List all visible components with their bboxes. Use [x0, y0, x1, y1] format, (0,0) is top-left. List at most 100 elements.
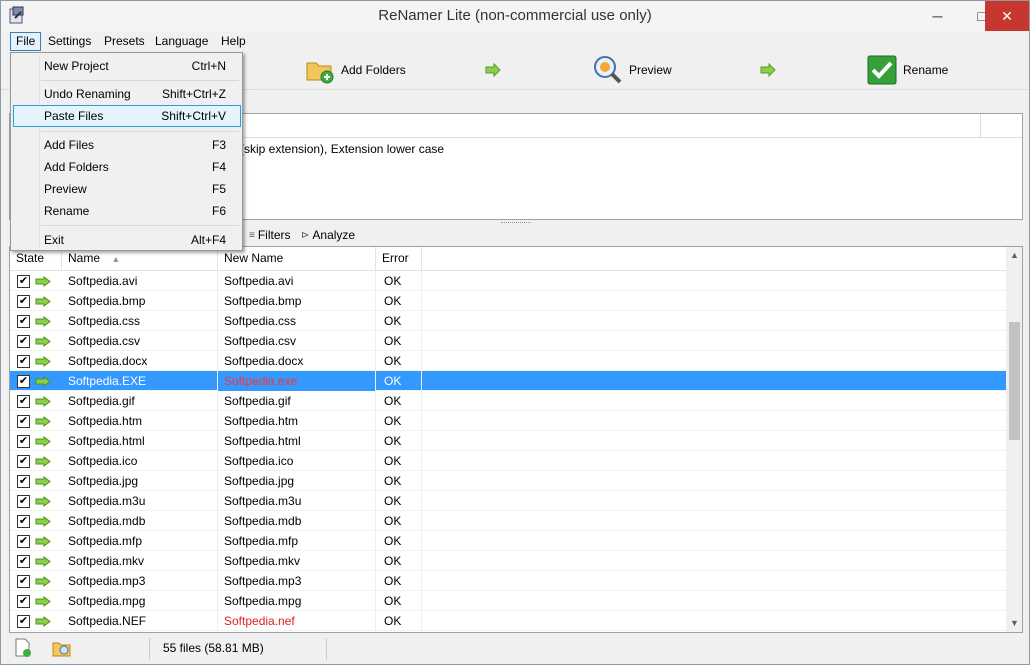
column-name-label: Name	[68, 251, 101, 265]
new-name-cell: Softpedia.css	[218, 311, 376, 331]
row-checkbox[interactable]: ✔	[17, 475, 30, 488]
row-checkbox[interactable]: ✔	[17, 455, 30, 468]
green-arrow-icon	[35, 336, 51, 347]
row-checkbox[interactable]: ✔	[17, 375, 30, 388]
new-name-cell: Softpedia.csv	[218, 331, 376, 351]
row-checkbox[interactable]: ✔	[17, 495, 30, 508]
row-checkbox[interactable]: ✔	[17, 335, 30, 348]
menu-item-undo-renaming[interactable]: Undo Renaming Shift+Ctrl+Z	[13, 83, 241, 105]
table-row[interactable]: ✔ Softpedia.ico Softpedia.ico OK	[10, 451, 1006, 471]
scroll-down-icon[interactable]: ▼	[1006, 615, 1022, 632]
table-row[interactable]: ✔ Softpedia.mkv Softpedia.mkv OK	[10, 551, 1006, 571]
rename-button[interactable]: Rename	[867, 52, 948, 88]
panel-splitter[interactable]	[501, 222, 531, 225]
table-row[interactable]: ✔ Softpedia.html Softpedia.html OK	[10, 431, 1006, 451]
menu-item-rename[interactable]: Rename F6	[13, 200, 241, 222]
menu-item-add-files[interactable]: Add Files F3	[13, 134, 241, 156]
table-row[interactable]: ✔ Softpedia.bmp Softpedia.bmp OK	[10, 291, 1006, 311]
table-row[interactable]: ✔ Softpedia.jpg Softpedia.jpg OK	[10, 471, 1006, 491]
app-window: ReNamer Lite (non-commercial use only) ─…	[0, 0, 1030, 665]
green-arrow-icon	[35, 476, 51, 487]
menu-item-shortcut: F3	[211, 138, 226, 152]
error-cell: OK	[376, 331, 422, 351]
table-row[interactable]: ✔ Softpedia.mfp Softpedia.mfp OK	[10, 531, 1006, 551]
vertical-scrollbar[interactable]: ▲ ▼	[1006, 247, 1022, 632]
menu-separator	[41, 80, 239, 81]
green-arrow-icon	[35, 576, 51, 587]
row-checkbox[interactable]: ✔	[17, 415, 30, 428]
files-grid[interactable]: State Name ▲ New Name Error ✔ Softpedia.a…	[9, 246, 1023, 633]
row-checkbox[interactable]: ✔	[17, 435, 30, 448]
row-checkbox[interactable]: ✔	[17, 615, 30, 628]
menu-item-preview[interactable]: Preview F5	[13, 178, 241, 200]
scroll-up-icon[interactable]: ▲	[1006, 247, 1022, 264]
scrollbar-thumb[interactable]	[1009, 322, 1020, 440]
file-menu-dropdown: New Project Ctrl+N Undo Renaming Shift+C…	[10, 52, 243, 251]
new-name-cell: Softpedia.docx	[218, 351, 376, 371]
table-row[interactable]: ✔ Softpedia.EXE Softpedia.exe OK	[10, 371, 1006, 391]
table-row[interactable]: ✔ Softpedia.csv Softpedia.csv OK	[10, 331, 1006, 351]
filters-button[interactable]: ≡ Filters	[249, 228, 291, 242]
state-cell: ✔	[10, 311, 62, 331]
menu-bar: File Settings Presets Language Help	[1, 31, 1029, 52]
error-cell: OK	[376, 371, 422, 391]
row-checkbox[interactable]: ✔	[17, 535, 30, 548]
row-checkbox[interactable]: ✔	[17, 295, 30, 308]
row-checkbox[interactable]: ✔	[17, 275, 30, 288]
table-row[interactable]: ✔ Softpedia.NEF Softpedia.nef OK	[10, 611, 1006, 631]
row-checkbox[interactable]: ✔	[17, 315, 30, 328]
row-checkbox[interactable]: ✔	[17, 595, 30, 608]
error-cell: OK	[376, 491, 422, 511]
title-bar: ReNamer Lite (non-commercial use only) ─…	[1, 1, 1029, 31]
menu-language[interactable]: Language	[150, 32, 213, 51]
menu-item-label: Paste Files	[44, 109, 104, 123]
rule-description[interactable]: d (skip extension), Extension lower case	[230, 142, 444, 156]
menu-file[interactable]: File	[10, 32, 42, 51]
sort-ascending-icon: ▲	[111, 254, 121, 264]
table-row[interactable]: ✔ Softpedia.mdb Softpedia.mdb OK	[10, 511, 1006, 531]
table-row[interactable]: ✔ Softpedia.avi Softpedia.avi OK	[10, 271, 1006, 291]
table-row[interactable]: ✔ Softpedia.mpg Softpedia.mpg OK	[10, 591, 1006, 611]
menu-item-exit[interactable]: Exit Alt+F4	[13, 229, 241, 251]
table-row[interactable]: ✔ Softpedia.css Softpedia.css OK	[10, 311, 1006, 331]
row-checkbox[interactable]: ✔	[17, 515, 30, 528]
name-cell: Softpedia.mfp	[62, 531, 218, 551]
menu-presets[interactable]: Presets	[99, 32, 150, 51]
column-error[interactable]: Error	[376, 247, 422, 271]
menu-settings[interactable]: Settings	[43, 32, 96, 51]
new-file-icon[interactable]	[13, 638, 33, 658]
menu-item-paste-files[interactable]: Paste Files Shift+Ctrl+V	[13, 105, 241, 127]
name-cell: Softpedia.m3u	[62, 491, 218, 511]
header-divider	[980, 114, 981, 138]
minimize-button[interactable]: ─	[915, 1, 960, 31]
new-name-cell: Softpedia.mp3	[218, 571, 376, 591]
preview-button[interactable]: Preview	[591, 52, 672, 88]
row-checkbox[interactable]: ✔	[17, 575, 30, 588]
green-arrow-icon	[35, 296, 51, 307]
table-row[interactable]: ✔ Softpedia.mp3 Softpedia.mp3 OK	[10, 571, 1006, 591]
table-row[interactable]: ✔ Softpedia.gif Softpedia.gif OK	[10, 391, 1006, 411]
add-folders-button[interactable]: Add Folders	[305, 52, 406, 88]
analyze-button[interactable]: ⊳ Analyze	[301, 228, 355, 242]
menu-separator	[41, 131, 239, 132]
menu-help[interactable]: Help	[216, 32, 251, 51]
menu-item-add-folders[interactable]: Add Folders F4	[13, 156, 241, 178]
state-cell: ✔	[10, 511, 62, 531]
state-cell: ✔	[10, 291, 62, 311]
table-row[interactable]: ✔ Softpedia.docx Softpedia.docx OK	[10, 351, 1006, 371]
table-row[interactable]: ✔ Softpedia.m3u Softpedia.m3u OK	[10, 491, 1006, 511]
green-arrow-icon	[35, 316, 51, 327]
minimize-icon: ─	[932, 8, 943, 24]
error-cell: OK	[376, 311, 422, 331]
folder-search-icon[interactable]	[52, 638, 72, 658]
row-checkbox[interactable]: ✔	[17, 395, 30, 408]
row-checkbox[interactable]: ✔	[17, 355, 30, 368]
row-checkbox[interactable]: ✔	[17, 555, 30, 568]
close-button[interactable]: ✕	[985, 1, 1029, 31]
green-arrow-icon	[760, 63, 776, 77]
error-cell: OK	[376, 291, 422, 311]
menu-item-label: Preview	[44, 182, 87, 196]
menu-separator	[41, 225, 239, 226]
menu-item-new-project[interactable]: New Project Ctrl+N	[13, 55, 241, 77]
table-row[interactable]: ✔ Softpedia.htm Softpedia.htm OK	[10, 411, 1006, 431]
